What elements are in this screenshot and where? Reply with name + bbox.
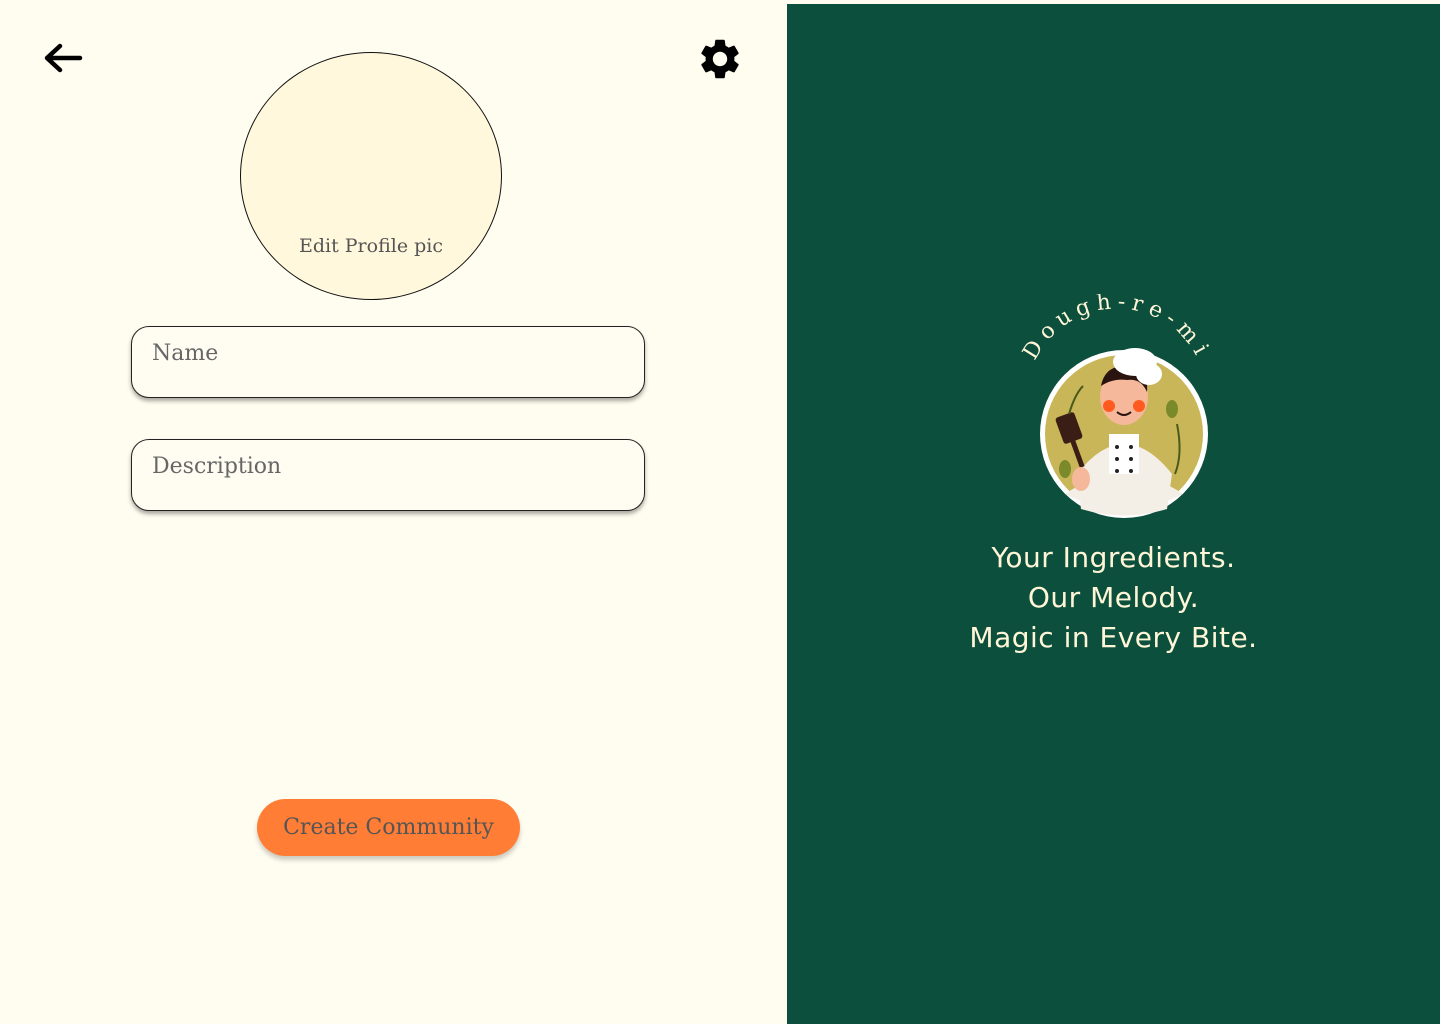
back-button[interactable]: [40, 40, 84, 76]
tagline-line-1: Your Ingredients.: [991, 541, 1236, 574]
create-community-button[interactable]: Create Community: [257, 799, 520, 856]
tagline-line-3: Magic in Every Bite.: [969, 621, 1258, 654]
settings-button[interactable]: [696, 35, 744, 83]
description-input[interactable]: [132, 440, 644, 493]
arrow-left-icon: [44, 43, 83, 73]
profile-pic-button[interactable]: Edit Profile pic: [240, 52, 502, 300]
description-field-wrapper: [131, 439, 645, 511]
chef-logo-icon: Dough-re-mi: [1018, 294, 1210, 518]
tagline-line-2: Our Melody.: [1027, 581, 1200, 614]
edit-profile-pic-label: Edit Profile pic: [298, 235, 443, 257]
brand-panel: Dough-re-mi Your Ingredients. Our Melody…: [787, 4, 1440, 1024]
form-panel: Edit Profile pic Create Community: [0, 0, 787, 1024]
name-input[interactable]: [132, 327, 644, 380]
name-field-wrapper: [131, 326, 645, 398]
gear-icon: [701, 39, 739, 79]
